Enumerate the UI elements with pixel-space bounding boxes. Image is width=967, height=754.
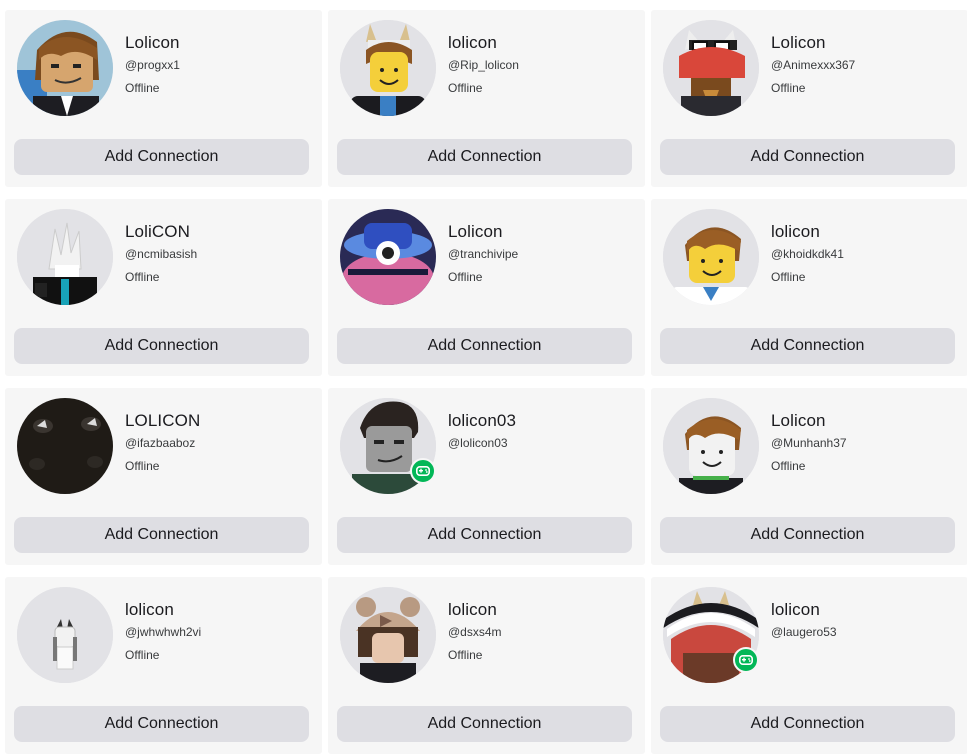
- username: @ifazbaaboz: [125, 436, 196, 450]
- avatar[interactable]: [663, 209, 759, 305]
- display-name[interactable]: lolicon: [771, 600, 820, 620]
- connection-card[interactable]: Lolicon @tranchivipe Offline Add Connection: [328, 199, 645, 376]
- add-connection-button[interactable]: Add Connection: [660, 328, 955, 364]
- connection-card[interactable]: Lolicon @Munhanh37 Offline Add Connection: [651, 388, 967, 565]
- gamepad-icon: [416, 466, 430, 476]
- presence-status: Offline: [448, 81, 483, 95]
- gamepad-icon: [739, 655, 753, 665]
- username: @lolicon03: [448, 436, 508, 450]
- presence-status: Offline: [448, 270, 483, 284]
- connection-card[interactable]: lolicon03 @lolicon03 Add Connection: [328, 388, 645, 565]
- username: @Rip_lolicon: [448, 58, 519, 72]
- presence-status: Offline: [125, 648, 160, 662]
- username: @jwhwhwh2vi: [125, 625, 202, 639]
- presence-status: Offline: [771, 81, 806, 95]
- add-connection-button[interactable]: Add Connection: [14, 328, 309, 364]
- username: @khoidkdk41: [771, 247, 844, 261]
- display-name[interactable]: Lolicon: [771, 33, 826, 53]
- username: @ncmibasish: [125, 247, 198, 261]
- avatar[interactable]: [663, 20, 759, 116]
- username: @Animexxx367: [771, 58, 856, 72]
- avatar[interactable]: [340, 209, 436, 305]
- connection-card[interactable]: Lolicon @Animexxx367 Offline Add Connection: [651, 10, 967, 187]
- presence-status: Offline: [771, 459, 806, 473]
- presence-status: Offline: [125, 459, 160, 473]
- display-name[interactable]: lolicon: [448, 600, 497, 620]
- avatar-image: [17, 209, 113, 305]
- presence-status: Offline: [125, 270, 160, 284]
- display-name[interactable]: lolicon: [448, 33, 497, 53]
- display-name[interactable]: Lolicon: [125, 33, 180, 53]
- connection-card[interactable]: lolicon @khoidkdk41 Offline Add Connection: [651, 199, 967, 376]
- avatar-image: [340, 209, 436, 305]
- avatar[interactable]: [340, 587, 436, 683]
- display-name[interactable]: Lolicon: [771, 411, 826, 431]
- avatar-image: [17, 398, 113, 494]
- avatar[interactable]: [340, 398, 436, 494]
- avatar-image: [17, 587, 113, 683]
- avatar-image: [663, 398, 759, 494]
- connection-card[interactable]: lolicon @Rip_lolicon Offline Add Connection: [328, 10, 645, 187]
- display-name[interactable]: lolicon03: [448, 411, 516, 431]
- connection-card[interactable]: LOLICON @ifazbaaboz Offline Add Connection: [5, 388, 322, 565]
- presence-status: Offline: [448, 648, 483, 662]
- username: @dsxs4m: [448, 625, 502, 639]
- presence-status: Offline: [125, 81, 160, 95]
- avatar[interactable]: [17, 20, 113, 116]
- presence-status: Offline: [771, 270, 806, 284]
- username: @Munhanh37: [771, 436, 847, 450]
- avatar[interactable]: [17, 398, 113, 494]
- avatar[interactable]: [663, 398, 759, 494]
- add-connection-button[interactable]: Add Connection: [14, 139, 309, 175]
- connection-card[interactable]: Lolicon @progxx1 Offline Add Connection: [5, 10, 322, 187]
- avatar-image: [663, 209, 759, 305]
- add-connection-button[interactable]: Add Connection: [337, 328, 632, 364]
- avatar[interactable]: [17, 209, 113, 305]
- connection-card[interactable]: lolicon @laugero53 Add Connection: [651, 577, 967, 754]
- add-connection-button[interactable]: Add Connection: [660, 517, 955, 553]
- display-name[interactable]: lolicon: [125, 600, 174, 620]
- connections-grid: Lolicon @progxx1 Offline Add Connection lol…: [0, 0, 967, 754]
- username: @progxx1: [125, 58, 180, 72]
- add-connection-button[interactable]: Add Connection: [337, 517, 632, 553]
- username: @laugero53: [771, 625, 837, 639]
- display-name[interactable]: LOLICON: [125, 411, 200, 431]
- connection-card[interactable]: LoliCON @ncmibasish Offline Add Connection: [5, 199, 322, 376]
- avatar[interactable]: [663, 587, 759, 683]
- avatar[interactable]: [17, 587, 113, 683]
- add-connection-button[interactable]: Add Connection: [660, 706, 955, 742]
- avatar-image: [663, 20, 759, 116]
- connection-card[interactable]: lolicon @dsxs4m Offline Add Connection: [328, 577, 645, 754]
- display-name[interactable]: lolicon: [771, 222, 820, 242]
- add-connection-button[interactable]: Add Connection: [660, 139, 955, 175]
- display-name[interactable]: Lolicon: [448, 222, 503, 242]
- avatar-image: [340, 20, 436, 116]
- add-connection-button[interactable]: Add Connection: [14, 706, 309, 742]
- connection-card[interactable]: lolicon @jwhwhwh2vi Offline Add Connection: [5, 577, 322, 754]
- add-connection-button[interactable]: Add Connection: [337, 139, 632, 175]
- in-game-badge: [733, 647, 759, 673]
- add-connection-button[interactable]: Add Connection: [337, 706, 632, 742]
- avatar-image: [340, 587, 436, 683]
- avatar[interactable]: [340, 20, 436, 116]
- username: @tranchivipe: [448, 247, 519, 261]
- in-game-badge: [410, 458, 436, 484]
- display-name[interactable]: LoliCON: [125, 222, 190, 242]
- avatar-image: [17, 20, 113, 116]
- add-connection-button[interactable]: Add Connection: [14, 517, 309, 553]
